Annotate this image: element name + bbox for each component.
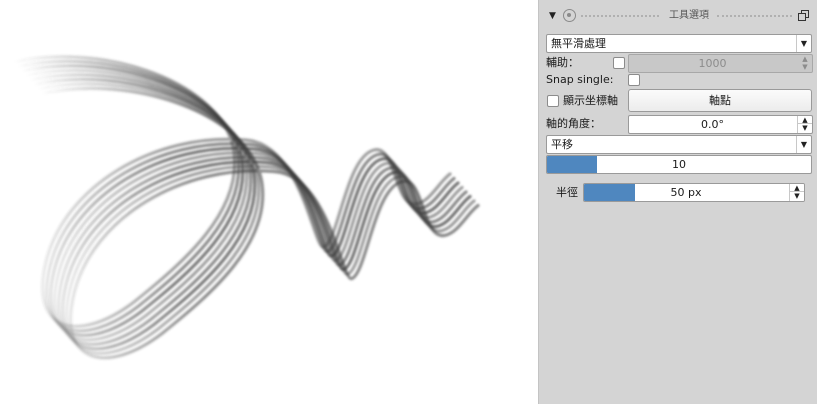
snap-single-checkbox[interactable] xyxy=(628,74,640,86)
arrow-up-icon[interactable]: ▲ xyxy=(790,184,804,192)
radius-value: 50 px xyxy=(670,186,702,199)
chevron-down-icon: ▼ xyxy=(796,136,811,153)
title-divider-left xyxy=(581,15,659,18)
arrow-down-icon[interactable]: ▼ xyxy=(798,63,812,71)
brush-strokes xyxy=(12,55,480,360)
mode-value: 平移 xyxy=(551,138,573,151)
brush-count-slider[interactable]: 10 xyxy=(546,155,812,174)
arrow-up-icon[interactable]: ▲ xyxy=(798,55,812,63)
show-axis-checkbox[interactable] xyxy=(547,95,559,107)
chevron-down-icon: ▼ xyxy=(796,35,811,52)
assistant-checkbox[interactable] xyxy=(613,57,625,69)
radius-label: 半徑 xyxy=(556,186,578,199)
collapse-icon[interactable]: ▼ xyxy=(549,10,556,22)
radius-stepper[interactable]: ▲ ▼ xyxy=(789,184,804,201)
drawing-canvas[interactable] xyxy=(0,0,538,404)
axis-angle-label: 軸的角度： xyxy=(546,117,601,130)
axis-angle-stepper[interactable]: ▲ ▼ xyxy=(797,116,812,133)
tool-options-panel: ▼ 工具選項 無平滑處理 ▼ 輔助： 1000 ▲ ▼ Snap single:… xyxy=(538,0,817,404)
brush-count-value: 10 xyxy=(672,158,686,171)
axis-angle-value: 0.0° xyxy=(701,118,724,131)
axis-point-button[interactable]: 軸點 xyxy=(628,89,812,112)
title-divider-right xyxy=(717,15,792,18)
snap-single-label: Snap single: xyxy=(546,73,614,86)
panel-title: 工具選項 xyxy=(669,10,709,21)
radius-slider[interactable]: 50 px ▲ ▼ xyxy=(583,183,805,202)
brush-stroke xyxy=(12,55,452,328)
target-icon[interactable] xyxy=(563,9,576,22)
arrow-up-icon[interactable]: ▲ xyxy=(798,116,812,124)
arrow-down-icon[interactable]: ▼ xyxy=(790,192,804,200)
mode-dropdown[interactable]: 平移 ▼ xyxy=(546,135,812,154)
show-axis-label: 顯示坐標軸 xyxy=(563,94,618,107)
panel-titlebar: ▼ 工具選項 xyxy=(539,4,817,28)
smoothing-value: 無平滑處理 xyxy=(551,37,606,50)
assistant-spinbox[interactable]: 1000 ▲ ▼ xyxy=(628,54,813,73)
axis-angle-spinbox[interactable]: 0.0° ▲ ▼ xyxy=(628,115,813,134)
float-window-icon[interactable] xyxy=(798,10,809,21)
assistant-label: 輔助： xyxy=(546,56,579,69)
smoothing-dropdown[interactable]: 無平滑處理 ▼ xyxy=(546,34,812,53)
assistant-stepper[interactable]: ▲ ▼ xyxy=(797,55,812,72)
assistant-value: 1000 xyxy=(698,57,727,70)
arrow-down-icon[interactable]: ▼ xyxy=(798,124,812,132)
